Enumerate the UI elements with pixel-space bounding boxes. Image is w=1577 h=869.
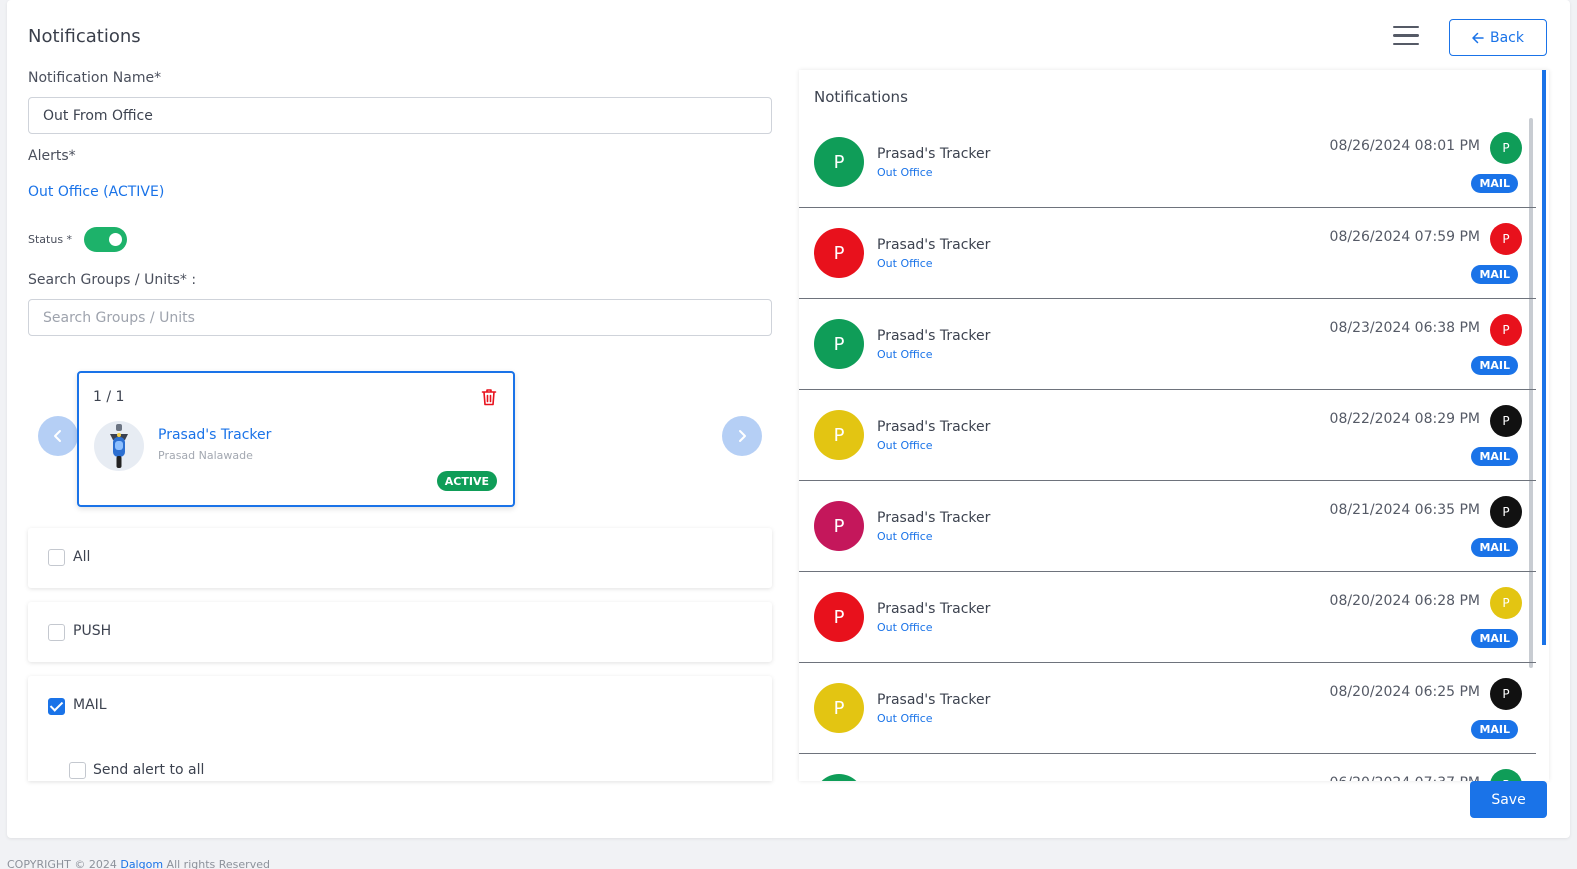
chevron-right-icon [739, 430, 746, 442]
notification-avatar: P [814, 683, 864, 733]
footer-brand-link[interactable]: Dalgom [120, 858, 163, 869]
all-label: All [73, 549, 91, 565]
carousel-prev-button[interactable] [38, 416, 78, 456]
carousel-next-button[interactable] [722, 416, 762, 456]
mail-badge: MAIL [1471, 447, 1518, 466]
arrow-left-icon [1472, 32, 1484, 43]
notification-date: 08/20/2024 06:28 PM [1329, 593, 1480, 609]
notification-row[interactable]: P Prasad's Tracker Out Office 08/23/2024 06… [799, 299, 1536, 390]
notification-date: 08/21/2024 06:35 PM [1329, 502, 1480, 518]
send-alert-all-label: Send alert to all [93, 762, 205, 778]
page-title: Notifications [28, 26, 141, 47]
notification-title: Prasad's Tracker [877, 692, 991, 708]
mail-badge: MAIL [1471, 356, 1518, 375]
notification-row[interactable]: P 06/20/2024 07:37 PM P [799, 754, 1536, 781]
notification-avatar: P [814, 228, 864, 278]
notification-avatar: P [814, 410, 864, 460]
notification-user-avatar: P [1490, 678, 1522, 710]
notification-name-input[interactable]: Out From Office [28, 97, 772, 134]
notification-title: Prasad's Tracker [877, 146, 991, 162]
notification-avatar: P [814, 319, 864, 369]
notification-title: Prasad's Tracker [877, 601, 991, 617]
notification-user-avatar: P [1490, 132, 1522, 164]
notification-user-avatar: P [1490, 587, 1522, 619]
status-label: Status * [28, 233, 73, 246]
notification-user-avatar: P [1490, 223, 1522, 255]
notification-avatar: P [814, 137, 864, 187]
unit-card[interactable]: 1 / 1 Prasad's Tracker Prasad Nalawade A… [77, 371, 515, 507]
mail-checkbox[interactable] [48, 698, 65, 715]
panel-edge-accent [1542, 70, 1546, 645]
notification-date: 08/20/2024 06:25 PM [1329, 684, 1480, 700]
notification-date: 06/20/2024 07:37 PM [1330, 775, 1480, 781]
notifications-panel: Notifications P Prasad's Tracker Out Offic… [799, 70, 1549, 781]
status-toggle[interactable] [84, 227, 127, 252]
notification-subtitle[interactable]: Out Office [877, 712, 933, 725]
hamburger-menu-icon[interactable] [1393, 26, 1419, 46]
mail-badge: MAIL [1471, 538, 1518, 557]
chevron-left-icon [54, 430, 61, 442]
footer-rights: All rights Reserved [166, 858, 270, 869]
push-label: PUSH [73, 623, 112, 639]
notification-row[interactable]: P Prasad's Tracker Out Office 08/22/2024 08… [799, 390, 1536, 481]
back-label: Back [1490, 29, 1524, 46]
notification-row[interactable]: P Prasad's Tracker Out Office 08/20/2024 06… [799, 572, 1536, 663]
notification-date: 08/23/2024 06:38 PM [1329, 320, 1480, 336]
notification-title: Prasad's Tracker [877, 510, 991, 526]
back-button[interactable]: Back [1449, 19, 1547, 56]
mail-badge: MAIL [1471, 720, 1518, 739]
notification-user-avatar: P [1490, 496, 1522, 528]
notifications-header: Notifications [814, 88, 908, 106]
notification-row[interactable]: P Prasad's Tracker Out Office 08/26/2024 07… [799, 208, 1536, 299]
unit-name[interactable]: Prasad's Tracker [158, 427, 271, 443]
notification-row[interactable]: P Prasad's Tracker Out Office 08/20/2024 06… [799, 663, 1536, 754]
notification-user-avatar: P [1490, 405, 1522, 437]
save-button[interactable]: Save [1470, 781, 1547, 818]
notification-name-label: Notification Name* [28, 70, 162, 86]
notification-subtitle[interactable]: Out Office [877, 621, 933, 634]
notification-title: Prasad's Tracker [877, 328, 991, 344]
channel-mail-box: MAIL Send alert to all [28, 676, 772, 781]
notification-subtitle[interactable]: Out Office [877, 439, 933, 452]
notification-title: Prasad's Tracker [877, 237, 991, 253]
notification-subtitle[interactable]: Out Office [877, 257, 933, 270]
mail-badge: MAIL [1471, 629, 1518, 648]
mail-label: MAIL [73, 697, 107, 713]
send-alert-all-checkbox[interactable] [69, 762, 86, 779]
alerts-label: Alerts* [28, 148, 76, 164]
notification-row[interactable]: P Prasad's Tracker Out Office 08/21/2024 06… [799, 481, 1536, 572]
channel-push-box: PUSH [28, 602, 772, 662]
trash-icon[interactable] [481, 388, 497, 410]
mail-badge: MAIL [1471, 174, 1518, 193]
notification-date: 08/22/2024 08:29 PM [1329, 411, 1480, 427]
status-badge: ACTIVE [436, 471, 497, 491]
notification-subtitle[interactable]: Out Office [877, 530, 933, 543]
push-checkbox[interactable] [48, 624, 65, 641]
notification-user-avatar: P [1490, 769, 1522, 781]
notification-avatar: P [814, 501, 864, 551]
mail-badge: MAIL [1471, 265, 1518, 284]
notification-row[interactable]: P Prasad's Tracker Out Office 08/26/2024 08… [799, 117, 1536, 208]
notification-avatar: P [814, 592, 864, 642]
notification-avatar: P [814, 774, 864, 781]
search-groups-input[interactable]: Search Groups / Units [28, 299, 772, 336]
notification-user-avatar: P [1490, 314, 1522, 346]
unit-count: 1 / 1 [93, 389, 125, 405]
footer-copyright: COPYRIGHT © 2024 [7, 858, 117, 869]
alert-link[interactable]: Out Office (ACTIVE) [28, 184, 164, 200]
channel-all-box: All [28, 528, 772, 588]
all-checkbox[interactable] [48, 549, 65, 566]
footer: COPYRIGHT © 2024 Dalgom All rights Reser… [7, 858, 270, 869]
notification-subtitle[interactable]: Out Office [877, 166, 933, 179]
notification-subtitle[interactable]: Out Office [877, 348, 933, 361]
notification-date: 08/26/2024 08:01 PM [1329, 138, 1480, 154]
unit-owner: Prasad Nalawade [158, 449, 253, 462]
motorcycle-icon [94, 421, 144, 471]
search-label: Search Groups / Units* : [28, 272, 197, 288]
notification-title: Prasad's Tracker [877, 419, 991, 435]
notification-date: 08/26/2024 07:59 PM [1329, 229, 1480, 245]
